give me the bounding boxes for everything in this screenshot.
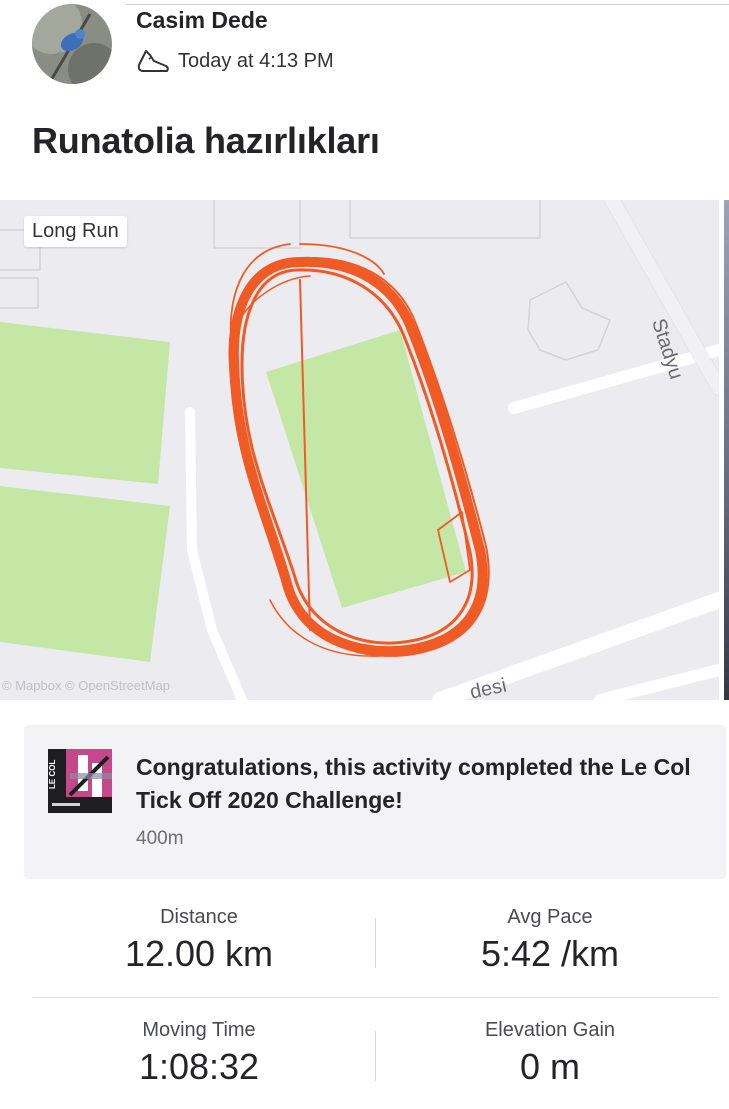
le-col-badge-icon: LE COL xyxy=(48,749,112,813)
stat-label: Elevation Gain xyxy=(484,1019,616,1041)
stat-value: 0 m xyxy=(519,1046,580,1087)
stat-value: 12.00 km xyxy=(124,933,274,974)
top-divider xyxy=(126,4,729,5)
run-shoe-icon xyxy=(137,50,169,72)
activity-type-label: Long Run xyxy=(24,216,127,247)
stat-distance: Distance 12.00 km xyxy=(49,906,349,975)
stat-moving-time: Moving Time 1:08:32 xyxy=(49,1019,349,1088)
stat-divider xyxy=(375,918,376,968)
stat-label: Moving Time xyxy=(142,1019,256,1041)
stats-row-divider xyxy=(32,997,718,998)
stat-avg-pace: Avg Pace 5:42 /km xyxy=(400,906,700,975)
next-photo-peek[interactable] xyxy=(724,200,729,700)
athlete-name[interactable]: Casim Dede xyxy=(136,7,268,34)
map-canvas xyxy=(0,200,719,700)
stat-value: 5:42 /km xyxy=(480,933,620,974)
challenge-detail: 400m xyxy=(136,828,184,849)
activity-title[interactable]: Runatolia hazırlıkları xyxy=(32,120,380,162)
stat-elevation-gain: Elevation Gain 0 m xyxy=(400,1019,700,1088)
map-attribution[interactable]: © Mapbox © OpenStreetMap xyxy=(2,678,170,693)
route-map[interactable]: Long Run Stadyu desi © Mapbox © OpenStre… xyxy=(0,200,719,700)
stat-value: 1:08:32 xyxy=(138,1046,260,1087)
stat-label: Avg Pace xyxy=(507,906,593,928)
activity-meta: Today at 4:13 PM xyxy=(136,46,334,76)
badge-text: LE COL xyxy=(48,760,57,789)
stat-label: Distance xyxy=(160,906,238,928)
activity-timestamp: Today at 4:13 PM xyxy=(178,49,334,72)
challenge-message: Congratulations, this activity completed… xyxy=(136,754,691,813)
stat-divider xyxy=(375,1031,376,1081)
avatar[interactable] xyxy=(32,4,112,84)
challenge-card[interactable]: LE COL Congratulations, this activity co… xyxy=(24,725,726,879)
